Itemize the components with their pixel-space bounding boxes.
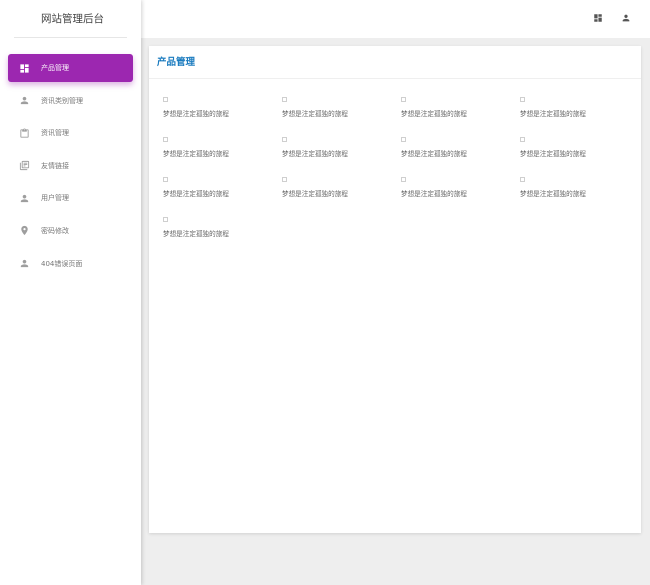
sidebar-item-user-management[interactable]: 用户管理 [8, 184, 133, 212]
sidebar-item-label: 资讯管理 [41, 129, 69, 138]
product-name[interactable]: 梦想是注定孤独的旅程 [282, 108, 401, 118]
sidebar-item-label: 资讯类别管理 [41, 96, 83, 105]
sidebar-item-label: 密码修改 [41, 226, 69, 235]
product-item[interactable]: 梦想是注定孤独的旅程 [282, 177, 401, 209]
library-books-icon [19, 160, 30, 171]
product-name[interactable]: 梦想是注定孤独的旅程 [282, 188, 401, 198]
brand-title[interactable]: 网站管理后台 [0, 0, 141, 38]
clipboard-icon [19, 128, 30, 139]
product-name[interactable]: 梦想是注定孤独的旅程 [163, 148, 282, 158]
product-card: 产品管理 梦想是注定孤独的旅程 梦想是注定孤独的旅程 梦想是注定孤独的旅程 梦想… [149, 46, 641, 533]
sidebar-item-product-management[interactable]: 产品管理 [8, 54, 133, 82]
image-placeholder-icon [401, 97, 406, 102]
sidebar: 网站管理后台 产品管理 资讯类别管理 资讯管理 友情链接 用户管理 密码修改 4… [0, 0, 141, 585]
product-item[interactable]: 梦想是注定孤独的旅程 [520, 137, 639, 169]
dashboard-icon[interactable] [593, 13, 603, 23]
person-icon [19, 95, 30, 106]
sidebar-item-label: 产品管理 [41, 64, 69, 72]
card-title: 产品管理 [149, 46, 641, 79]
image-placeholder-icon [520, 177, 525, 182]
product-item[interactable]: 梦想是注定孤独的旅程 [163, 97, 282, 129]
image-placeholder-icon [282, 177, 287, 182]
product-item[interactable]: 梦想是注定孤独的旅程 [163, 217, 282, 249]
image-placeholder-icon [163, 217, 168, 222]
image-placeholder-icon [282, 137, 287, 142]
image-placeholder-icon [163, 97, 168, 102]
sidebar-nav: 产品管理 资讯类别管理 资讯管理 友情链接 用户管理 密码修改 404错误页面 [0, 38, 141, 278]
product-name[interactable]: 梦想是注定孤独的旅程 [163, 228, 282, 238]
product-name[interactable]: 梦想是注定孤独的旅程 [520, 148, 639, 158]
product-name[interactable]: 梦想是注定孤独的旅程 [163, 108, 282, 118]
image-placeholder-icon [163, 137, 168, 142]
sidebar-item-news-management[interactable]: 资讯管理 [8, 119, 133, 147]
product-item[interactable]: 梦想是注定孤独的旅程 [163, 177, 282, 209]
image-placeholder-icon [520, 137, 525, 142]
image-placeholder-icon [401, 137, 406, 142]
image-placeholder-icon [282, 97, 287, 102]
product-name[interactable]: 梦想是注定孤独的旅程 [163, 188, 282, 198]
product-name[interactable]: 梦想是注定孤独的旅程 [520, 108, 639, 118]
image-placeholder-icon [163, 177, 168, 182]
sidebar-item-password-change[interactable]: 密码修改 [8, 217, 133, 245]
image-placeholder-icon [401, 177, 406, 182]
product-item[interactable]: 梦想是注定孤独的旅程 [163, 137, 282, 169]
person-icon [19, 258, 30, 269]
product-item[interactable]: 梦想是注定孤独的旅程 [520, 177, 639, 209]
product-item[interactable]: 梦想是注定孤独的旅程 [401, 137, 520, 169]
image-placeholder-icon [520, 97, 525, 102]
product-item[interactable]: 梦想是注定孤独的旅程 [282, 137, 401, 169]
product-name[interactable]: 梦想是注定孤独的旅程 [401, 148, 520, 158]
sidebar-item-404-page[interactable]: 404错误页面 [8, 250, 133, 278]
product-grid: 梦想是注定孤独的旅程 梦想是注定孤独的旅程 梦想是注定孤独的旅程 梦想是注定孤独… [163, 97, 639, 249]
sidebar-item-friendly-links[interactable]: 友情链接 [8, 152, 133, 180]
person-icon[interactable] [621, 13, 631, 23]
product-name[interactable]: 梦想是注定孤独的旅程 [401, 108, 520, 118]
product-name[interactable]: 梦想是注定孤独的旅程 [401, 188, 520, 198]
product-item[interactable]: 梦想是注定孤独的旅程 [520, 97, 639, 129]
sidebar-item-label: 404错误页面 [41, 259, 83, 268]
top-bar [141, 0, 650, 38]
product-item[interactable]: 梦想是注定孤独的旅程 [282, 97, 401, 129]
location-pin-icon [19, 225, 30, 236]
person-icon [19, 193, 30, 204]
dashboard-icon [19, 63, 30, 74]
sidebar-item-label: 友情链接 [41, 161, 69, 170]
product-name[interactable]: 梦想是注定孤独的旅程 [282, 148, 401, 158]
product-item[interactable]: 梦想是注定孤独的旅程 [401, 97, 520, 129]
product-item[interactable]: 梦想是注定孤独的旅程 [401, 177, 520, 209]
sidebar-item-news-category-management[interactable]: 资讯类别管理 [8, 87, 133, 115]
sidebar-item-label: 用户管理 [41, 194, 69, 203]
main-content: 产品管理 梦想是注定孤独的旅程 梦想是注定孤独的旅程 梦想是注定孤独的旅程 梦想… [141, 38, 650, 585]
product-name[interactable]: 梦想是注定孤独的旅程 [520, 188, 639, 198]
